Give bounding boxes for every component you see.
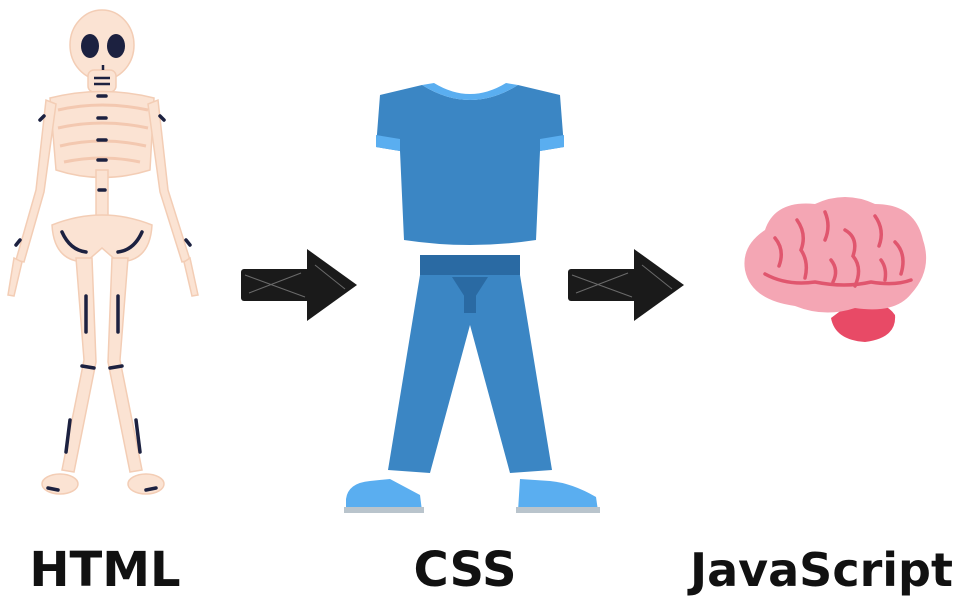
skeleton-illustration [7,9,199,495]
label-css: CSS [413,542,517,598]
label-html: HTML [29,542,181,598]
arrow-right-icon [568,249,684,321]
brain-illustration [744,197,927,342]
label-javascript: JavaScript [690,543,953,597]
diagram-canvas: HTML CSS JavaScript [0,0,954,609]
